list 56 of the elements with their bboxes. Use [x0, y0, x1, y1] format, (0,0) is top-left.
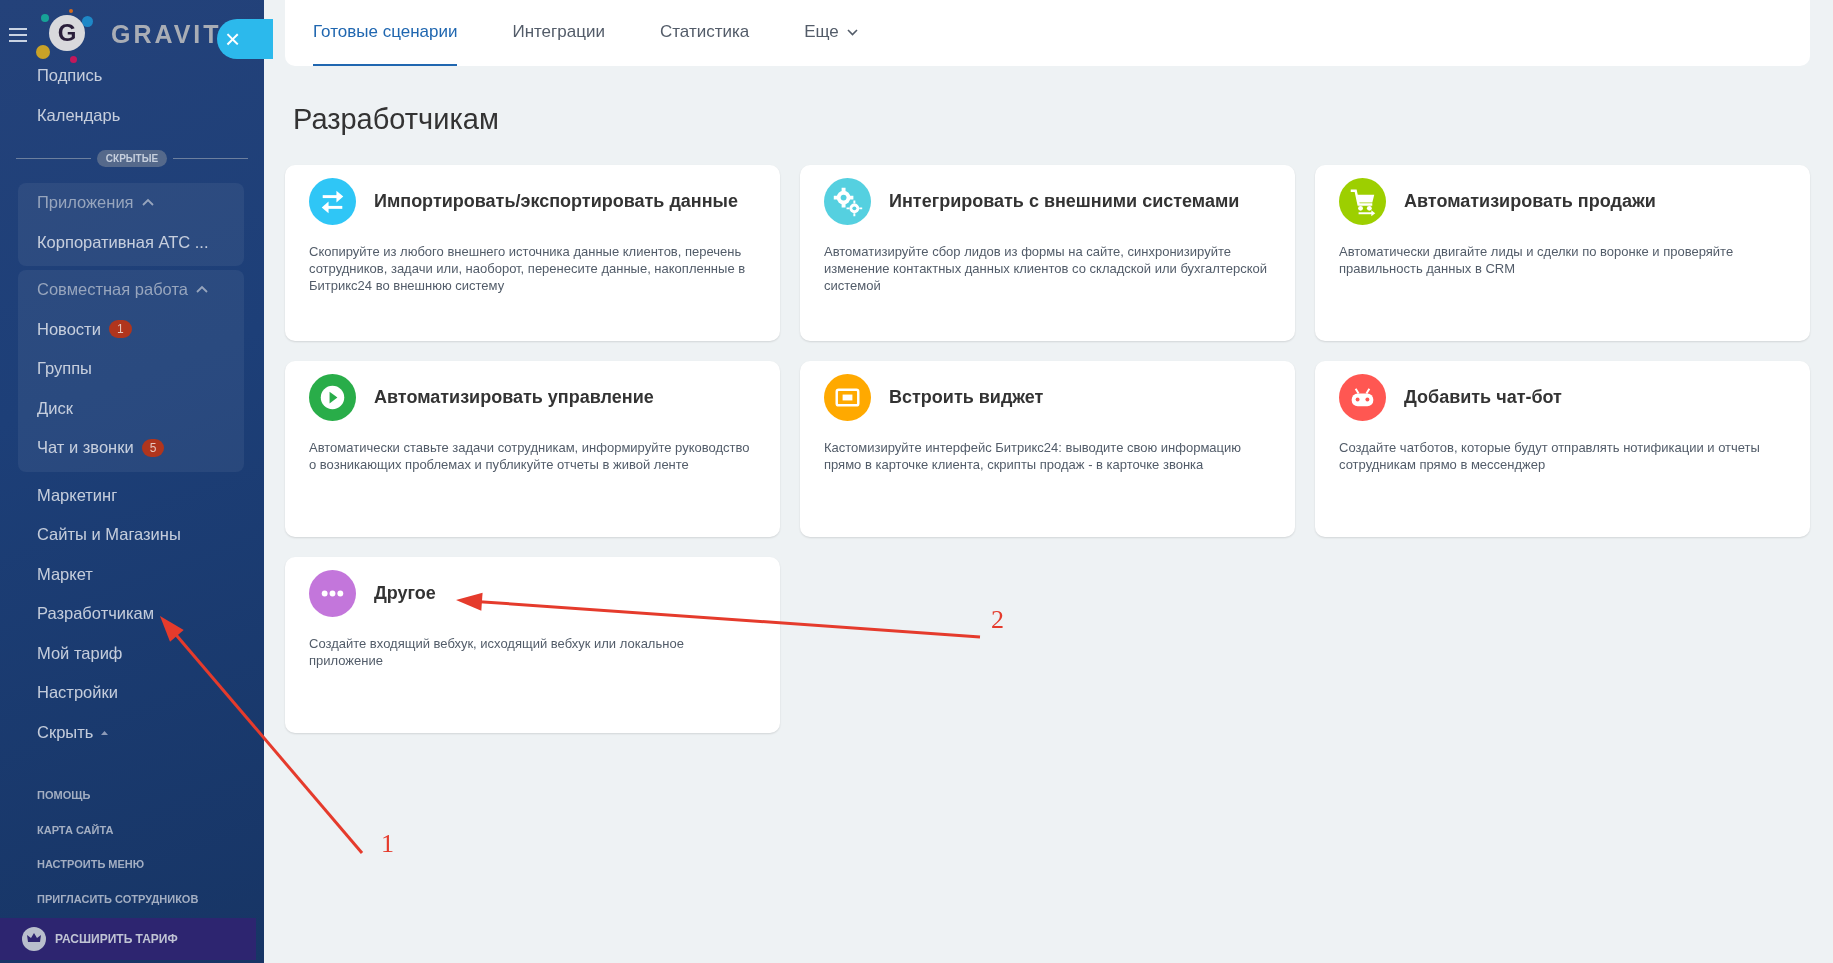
card-description: Автоматизируйте сбор лидов из формы на сайте, синхронизируйте изменение контактных данных клиентов со складской или бухгалтерской системой [824, 243, 1268, 294]
sidebar-link[interactable]: НАСТРОИТЬ МЕНЮ [0, 847, 264, 882]
sidebar-item[interactable]: Новости [18, 309, 109, 349]
upgrade-button[interactable]: РАСШИРИТЬ ТАРИФ [0, 918, 256, 960]
sidebar-item[interactable]: Настройки [0, 673, 264, 713]
hide-toggle[interactable]: Скрыть [0, 712, 102, 752]
tab[interactable]: Интеграции [512, 0, 605, 66]
sidebar-link[interactable]: ПРИГЛАСИТЬ СОТРУДНИКОВ [0, 881, 264, 916]
scenario-card[interactable]: Интегрировать с внешними системами Автоматизируйте сбор лидов из формы на сайте, синхронизируйте изменение контактных данных клиентов со складской или бухгалтерской системой [800, 165, 1295, 341]
sidebar-link[interactable]: ПОМОЩЬ [0, 778, 264, 813]
sidebar-item[interactable]: Корпоративная АТС ... [18, 222, 217, 262]
sidebar-item[interactable]: Мой тариф [0, 633, 264, 673]
chevron-icon [196, 284, 208, 293]
counter-badge: 1 [108, 320, 132, 339]
card-description: Кастомизируйте интерфейс Битрикс24: выводите свою информацию прямо в карточке клиента, скрипты продаж - в карточке звонка [824, 439, 1243, 473]
section-label: СКРЫТЫЕ [96, 149, 168, 167]
card-title: Автоматизировать управление [374, 387, 654, 408]
counter-badge: 5 [141, 438, 165, 457]
card-description: Автоматически ставьте задачи сотрудникам, информируйте руководство о возникающих проблемах и публикуйте отчеты в живой ленте [309, 439, 751, 473]
tab[interactable]: Готовые сценарии [313, 0, 458, 66]
card-title: Интегрировать с внешними системами [889, 191, 1240, 212]
sidebar-item[interactable]: Маркетинг [0, 475, 264, 515]
card-title: Автоматизировать продажи [1404, 191, 1656, 212]
annotation-number: 1 [381, 829, 394, 858]
scenario-card[interactable]: Импортировать/экспортировать данные Скопируйте из любого внешнего источника данные клиентов, перечень сотрудников, задачи или, наоборот, перенесите данные, накопленные в Битрикс24 во внешнюю систему [285, 165, 780, 341]
card-title: Встроить виджет [889, 387, 1044, 408]
sidebar-item[interactable]: Диск [18, 388, 81, 428]
card-description: Скопируйте из любого внешнего источника данные клиентов, перечень сотрудников, задачи или, наоборот, перенесите данные, накопленные в Битрикс24 во внешнюю систему [309, 243, 747, 294]
card-description: Автоматически двигайте лиды и сделки по воронке и проверяйте правильность данных в CRM [1339, 243, 1735, 277]
sidebar-item[interactable]: Чат и звонки [18, 428, 142, 468]
tab[interactable]: Статистика [659, 0, 750, 66]
caret-icon [101, 731, 109, 736]
crown-icon [22, 927, 46, 951]
sidebar-item[interactable]: Сайты и Магазины [0, 515, 264, 555]
tab[interactable]: Еще [804, 0, 858, 66]
card-description: Создайте чатботов, которые будут отправлять нотификации и отчеты сотрудникам прямо в мессенджер [1339, 439, 1761, 473]
card-title: Импортировать/экспортировать данные [374, 191, 738, 212]
card-title: Другое [374, 583, 436, 604]
scenario-card[interactable]: Встроить виджет Кастомизируйте интерфейс Битрикс24: выводите свою информацию прямо в карточке клиента, скрипты продаж - в карточке звонка [800, 361, 1295, 537]
card-description: Создайте входящий вебхук, исходящий вебхук или локальное приложение [309, 635, 685, 669]
scenario-card[interactable]: Автоматизировать управление Автоматически ставьте задачи сотрудникам, информируйте руководство о возникающих проблемах и публикуйте отчеты в живой ленте [285, 361, 780, 537]
scenario-card[interactable]: Автоматизировать продажи Автоматически двигайте лиды и сделки по воронке и проверяйте правильность данных в CRM [1315, 165, 1810, 341]
sidebar-item[interactable]: Разработчикам [0, 594, 264, 634]
sidebar-item[interactable]: Группы [18, 349, 100, 389]
chevron-icon [141, 197, 154, 206]
card-title: Добавить чат-бот [1404, 387, 1562, 408]
group-header[interactable]: Совместная работа [18, 270, 244, 310]
group-header[interactable]: Приложения [18, 183, 244, 223]
scenario-card[interactable]: Добавить чат-бот Создайте чатботов, которые будут отправлять нотификации и отчеты сотрудникам прямо в мессенджер [1315, 361, 1810, 537]
page-title: Разработчикам [293, 102, 500, 136]
sidebar-item[interactable]: Календарь [0, 95, 264, 135]
scenario-card[interactable]: Другое Создайте входящий вебхук, исходящий вебхук или локальное приложение [285, 557, 780, 733]
annotation-number: 2 [991, 605, 1004, 634]
sidebar-item[interactable]: Маркет [0, 554, 264, 594]
sidebar-link[interactable]: КАРТА САЙТА [0, 812, 264, 847]
menu-icon[interactable] [9, 28, 27, 42]
